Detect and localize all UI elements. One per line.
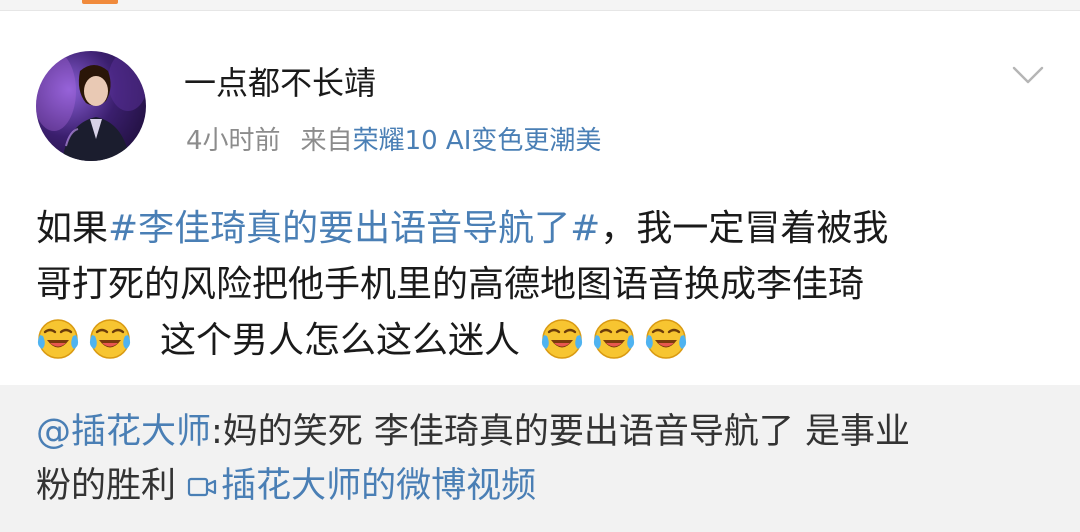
comment-line-1: @插花大师:妈的笑死 李佳琦真的要出语音导航了 是事业 xyxy=(36,405,1046,459)
laughing-crying-emoji-icon xyxy=(36,317,80,361)
top-accent-bar xyxy=(82,0,118,4)
post-text-line3: 这个男人怎么这么迷人 xyxy=(160,320,521,361)
post-meta: 4小时前 来自荣耀10 AI变色更潮美 xyxy=(186,124,601,158)
comment-text-line2: 粉的胜利 xyxy=(36,466,177,506)
video-link[interactable]: 插花大师的微博视频 xyxy=(187,466,536,506)
laughing-crying-emoji-icon xyxy=(592,317,636,361)
post-body: 如果#李佳琦真的要出语音导航了#，我一定冒着被我 哥打死的风险把他手机里的高德地… xyxy=(36,201,1046,369)
post-text-continued: ，我一定冒着被我 xyxy=(600,208,889,249)
post-line-1: 如果#李佳琦真的要出语音导航了#，我一定冒着被我 xyxy=(36,201,1046,257)
chevron-down-icon[interactable] xyxy=(1010,61,1046,89)
laughing-crying-emoji-icon xyxy=(540,317,584,361)
video-icon xyxy=(187,475,217,499)
video-link-label[interactable]: 插花大师的微博视频 xyxy=(221,466,536,506)
comment-text: @插花大师:妈的笑死 李佳琦真的要出语音导航了 是事业 粉的胜利 插花大师的微博… xyxy=(36,405,1046,513)
laughing-crying-emoji-icon xyxy=(88,317,132,361)
mention-link[interactable]: @插花大师 xyxy=(36,412,211,452)
repost-comment-box[interactable]: @插花大师:妈的笑死 李佳琦真的要出语音导航了 是事业 粉的胜利 插花大师的微博… xyxy=(0,385,1080,532)
comment-text-line1: :妈的笑死 李佳琦真的要出语音导航了 是事业 xyxy=(211,412,911,452)
username[interactable]: 一点都不长靖 xyxy=(184,63,376,103)
laughing-crying-emoji-icon xyxy=(644,317,688,361)
weibo-post: 一点都不长靖 4小时前 来自荣耀10 AI变色更潮美 如果#李佳琦真的要出语音导航… xyxy=(0,11,1080,385)
post-line-2: 哥打死的风险把他手机里的高德地图语音换成李佳琦 xyxy=(36,264,865,305)
comment-line-2: 粉的胜利 插花大师的微博视频 xyxy=(36,459,1046,513)
source-label: 来自 xyxy=(300,126,353,156)
post-line-3: 这个男人怎么这么迷人 xyxy=(36,313,1046,369)
post-text-prefix: 如果 xyxy=(36,208,109,249)
avatar[interactable] xyxy=(36,51,146,161)
hashtag-link[interactable]: #李佳琦真的要出语音导航了# xyxy=(108,208,600,249)
top-divider xyxy=(0,0,1080,11)
source-device-link[interactable]: 荣耀10 AI变色更潮美 xyxy=(353,126,602,156)
post-time: 4小时前 xyxy=(186,126,281,156)
avatar-image xyxy=(36,51,146,161)
